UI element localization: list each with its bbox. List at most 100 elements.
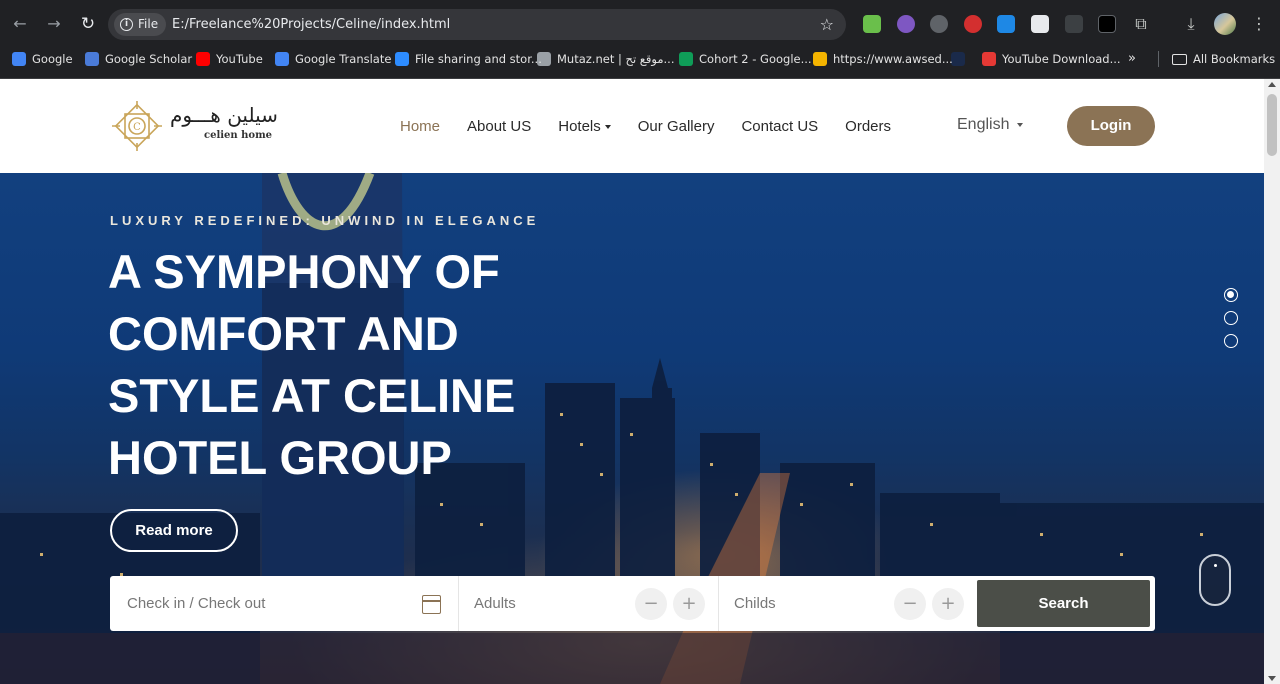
- bookmark-favicon-icon: [982, 52, 996, 66]
- bookmark-star-icon[interactable]: ☆: [820, 9, 834, 40]
- extension-window-icon[interactable]: [1031, 15, 1049, 33]
- scroll-up-arrow-icon[interactable]: [1268, 82, 1276, 87]
- childs-field: Childs − +: [718, 576, 977, 631]
- childs-label: Childs: [734, 595, 776, 612]
- extension-recycle-icon[interactable]: [1065, 15, 1083, 33]
- bookmark-item[interactable]: Google: [12, 48, 73, 70]
- bookmarks-bar: YouTube Download... https://www.awsed... C…: [0, 48, 1280, 79]
- adults-field: Adults − +: [458, 576, 718, 631]
- extensions-puzzle-icon[interactable]: ⧉: [1129, 12, 1153, 36]
- bookmark-label: Google Translate: [295, 52, 392, 66]
- booking-search-bar: Check in / Check out Adults − + Childs −…: [110, 576, 1155, 631]
- nav-item-home[interactable]: Home: [400, 118, 440, 135]
- childs-plus-button[interactable]: +: [932, 588, 964, 620]
- nav-item-about-us[interactable]: About US: [467, 118, 531, 135]
- nav-item-orders[interactable]: Orders: [845, 118, 891, 135]
- login-button[interactable]: Login: [1067, 106, 1155, 146]
- nav-item-label: Hotels: [558, 117, 601, 135]
- date-range-field[interactable]: Check in / Check out: [110, 576, 458, 631]
- bookmark-label: Mutaz.net | موقع تح...: [557, 52, 675, 66]
- forward-arrow-icon[interactable]: →: [42, 12, 66, 36]
- bookmark-favicon-icon: [85, 52, 99, 66]
- bookmark-label: File sharing and stor...: [415, 52, 542, 66]
- bookmark-favicon-icon: [12, 52, 26, 66]
- info-icon: i: [120, 18, 133, 31]
- bookmark-favicon-icon: [813, 52, 827, 66]
- bookmark-favicon-icon: [196, 52, 210, 66]
- language-selector[interactable]: English: [957, 116, 1024, 134]
- web-page: C سيلين هـــوم celien home Home About US H…: [0, 79, 1264, 684]
- extension-check-icon[interactable]: [897, 15, 915, 33]
- adults-label: Adults: [474, 595, 516, 612]
- bookmark-item[interactable]: File sharing and stor...: [395, 48, 542, 70]
- scrollbar-thumb[interactable]: [1267, 94, 1277, 156]
- scroll-down-arrow-icon[interactable]: [1268, 676, 1276, 681]
- nav-item-label: Home: [400, 117, 441, 135]
- nav-item-our-gallery[interactable]: Our Gallery: [638, 118, 715, 135]
- slide-dot-2[interactable]: [1224, 311, 1238, 325]
- download-icon[interactable]: ⤓: [1179, 12, 1203, 36]
- language-label: English: [957, 116, 1010, 133]
- extension-cloud-icon[interactable]: [930, 15, 948, 33]
- folder-icon: [1172, 53, 1187, 65]
- childs-minus-button[interactable]: −: [894, 588, 926, 620]
- adults-plus-button[interactable]: +: [673, 588, 705, 620]
- scroll-mouse-icon[interactable]: [1199, 554, 1231, 606]
- logo-emblem-icon: C: [112, 101, 162, 151]
- nav-item-contact-us[interactable]: Contact US: [741, 118, 818, 135]
- calendar-icon[interactable]: [422, 595, 441, 614]
- hero-banner: LUXURY REDEFINED: UNWIND IN ELEGANCE A S…: [0, 173, 1264, 684]
- address-bar[interactable]: i File E:/Freelance%20Projects/Celine/in…: [108, 9, 846, 40]
- reload-icon[interactable]: ↻: [76, 12, 100, 36]
- browser-chrome: ← → ↻ i File E:/Freelance%20Projects/Cel…: [0, 0, 1280, 79]
- bookmark-item[interactable]: Mutaz.net | موقع تح...: [537, 48, 675, 70]
- nav-item-hotels[interactable]: Hotels: [558, 118, 611, 135]
- extension-red-icon[interactable]: [964, 15, 982, 33]
- page-scrollbar[interactable]: [1264, 79, 1280, 684]
- logo-arabic-text: سيلين هـــوم: [170, 103, 278, 127]
- bookmark-item[interactable]: https://www.awsed...: [813, 48, 953, 70]
- bookmark-label: Google: [32, 52, 73, 66]
- bookmark-favicon-icon: [951, 52, 965, 66]
- slide-dot-1[interactable]: [1224, 288, 1238, 302]
- nav-item-label: Orders: [845, 117, 891, 135]
- site-logo[interactable]: C سيلين هـــوم celien home: [110, 99, 310, 153]
- bookmark-item[interactable]: YouTube Download...: [982, 48, 1121, 70]
- adults-minus-button[interactable]: −: [635, 588, 667, 620]
- slider-pagination: [1224, 288, 1238, 357]
- all-bookmarks-label: All Bookmarks: [1193, 52, 1276, 66]
- bookmark-item[interactable]: Cohort 2 - Google...: [679, 48, 812, 70]
- read-more-button[interactable]: Read more: [110, 509, 238, 552]
- profile-avatar[interactable]: [1214, 13, 1236, 35]
- bookmark-favicon-icon: [395, 52, 409, 66]
- hero-eyebrow: LUXURY REDEFINED: UNWIND IN ELEGANCE: [110, 213, 540, 228]
- extension-green-icon[interactable]: [863, 15, 881, 33]
- url-text[interactable]: E:/Freelance%20Projects/Celine/index.htm…: [172, 9, 450, 40]
- svg-text:C: C: [133, 122, 141, 133]
- site-header: C سيلين هـــوم celien home Home About US H…: [0, 79, 1264, 173]
- extension-blue-icon[interactable]: [997, 15, 1015, 33]
- site-chip-label: File: [138, 17, 159, 31]
- bookmarks-overflow-button[interactable]: »: [1128, 48, 1136, 70]
- slide-dot-3[interactable]: [1224, 334, 1238, 348]
- bookmarks-divider: [1158, 51, 1159, 67]
- all-bookmarks-button[interactable]: All Bookmarks: [1172, 48, 1275, 70]
- bookmark-label: YouTube Download...: [1002, 52, 1121, 66]
- hero-headline: A SYMPHONY OF COMFORT AND STYLE AT CELIN…: [108, 245, 516, 484]
- chevron-down-icon: [1017, 122, 1024, 127]
- extension-dark-icon[interactable]: [1098, 15, 1116, 33]
- browser-menu-icon[interactable]: ⋮: [1247, 12, 1271, 36]
- date-range-placeholder: Check in / Check out: [127, 595, 266, 612]
- site-info-chip[interactable]: i File: [114, 13, 167, 36]
- bookmark-item[interactable]: Google Scholar: [85, 48, 192, 70]
- search-button[interactable]: Search: [977, 580, 1150, 627]
- bookmark-item[interactable]: Google Translate: [275, 48, 391, 70]
- bookmark-item[interactable]: YouTube: [196, 48, 263, 70]
- nav-item-label: About US: [467, 117, 532, 135]
- browser-toolbar: ← → ↻ i File E:/Freelance%20Projects/Cel…: [0, 0, 1280, 48]
- nav-item-label: Our Gallery: [637, 117, 715, 135]
- back-arrow-icon[interactable]: ←: [8, 12, 32, 36]
- logo-english-text: celien home: [204, 130, 273, 141]
- bookmark-item[interactable]: [951, 48, 965, 70]
- chevron-down-icon: [604, 124, 611, 129]
